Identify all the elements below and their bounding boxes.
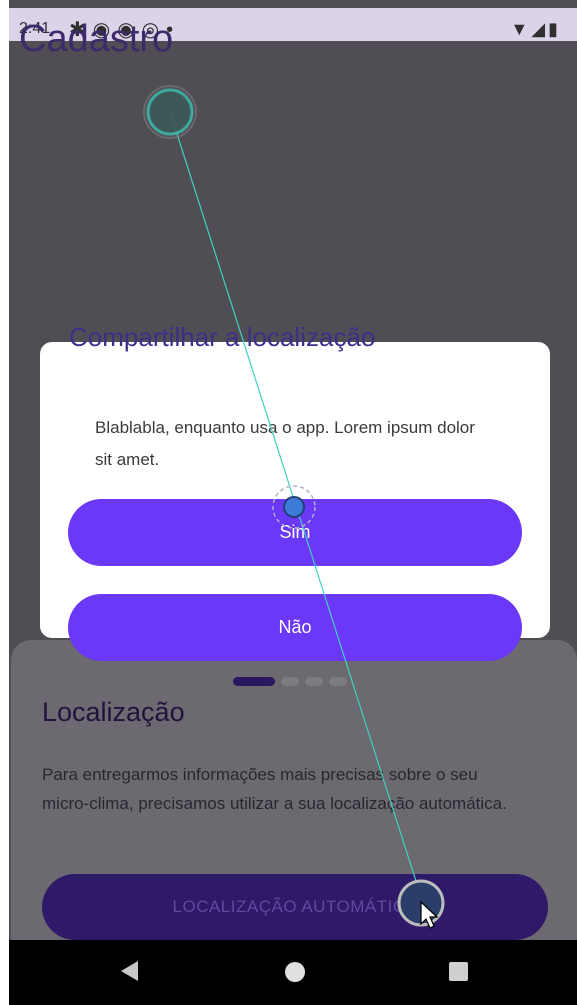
back-icon[interactable] (121, 961, 138, 981)
pager-dot[interactable] (305, 677, 323, 686)
pager-dot[interactable] (281, 677, 299, 686)
pager-dot-active[interactable] (233, 677, 275, 686)
dialog-title: Compartilhar a localização (69, 322, 376, 352)
wifi-icon: ▼ (510, 19, 532, 39)
signal-icon: ◢ (531, 19, 549, 39)
yes-button[interactable]: Sim (68, 499, 522, 566)
sheet-description: Para entregarmos informações mais precis… (42, 765, 507, 813)
battery-icon: ▮ (548, 19, 561, 39)
recents-icon[interactable] (449, 962, 468, 981)
sheet-title: Localização (42, 697, 185, 727)
home-icon[interactable] (285, 962, 305, 982)
automatic-location-button[interactable]: LOCALIZAÇÃO AUTOMÁTICA (42, 874, 548, 940)
dialog-message: Blablabla, enquanto usa o app. Lorem ips… (95, 418, 475, 469)
no-button[interactable]: Não (68, 594, 522, 661)
pager-dot[interactable] (329, 677, 347, 686)
status-system-icons: ▼◢▮ (510, 19, 561, 40)
navigation-bar (9, 940, 577, 1005)
page-title: Cadastro (19, 18, 174, 60)
app-screen: 2:41 ✱◉◉◎• ▼◢▮ Cadastro Localização Para… (9, 0, 577, 1005)
window-edge (0, 0, 9, 1005)
